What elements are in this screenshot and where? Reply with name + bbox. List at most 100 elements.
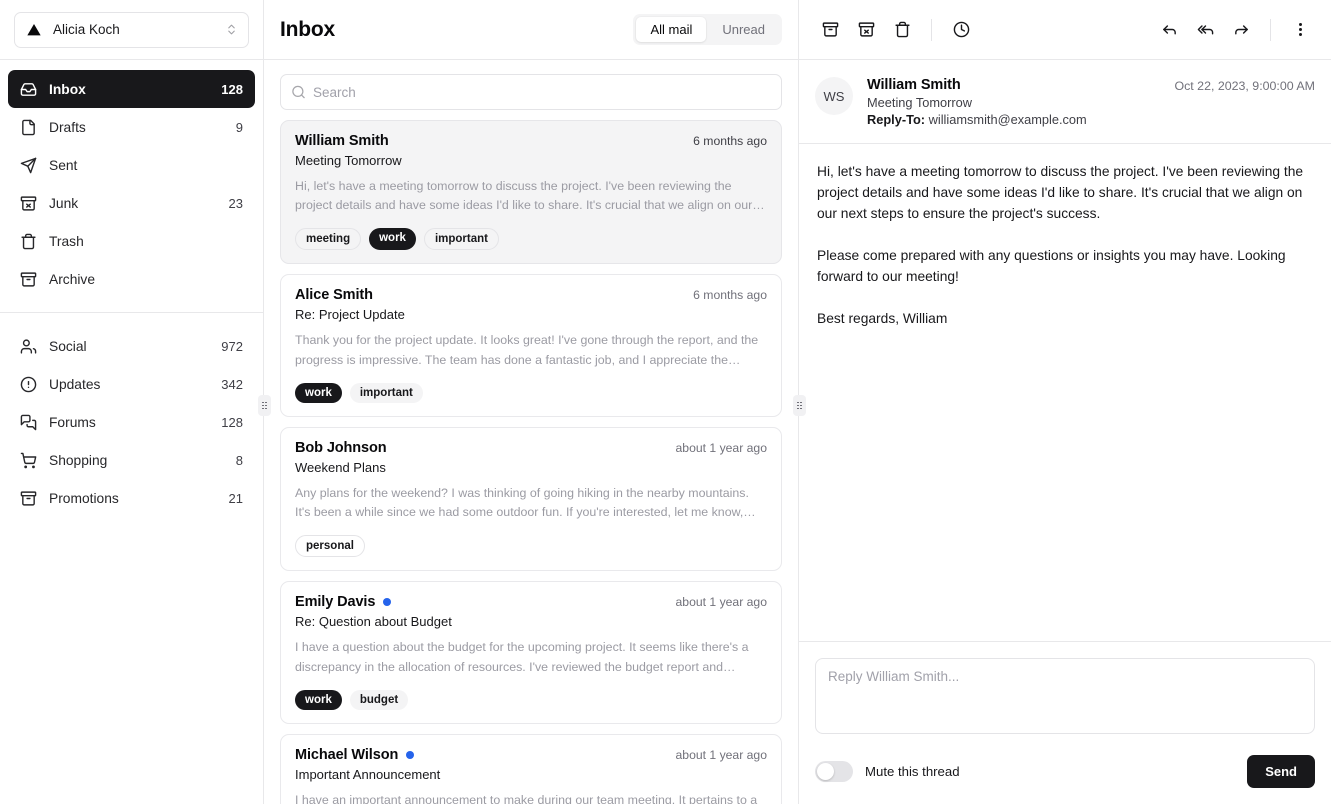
search-input[interactable] <box>281 75 781 109</box>
mail-list-column: Inbox All mail Unread William Smith 6 mon… <box>264 0 799 804</box>
sidebar-item-count: 9 <box>235 119 243 135</box>
tab-all-mail[interactable]: All mail <box>636 17 707 42</box>
reply-to-email: williamsmith@example.com <box>928 112 1087 127</box>
mail-item-sender: Bob Johnson <box>295 439 387 456</box>
archive-button[interactable] <box>813 13 847 47</box>
sidebar-item-trash[interactable]: Trash <box>8 222 255 260</box>
search-section <box>264 60 798 120</box>
mail-item-top-row: Emily Davis about 1 year ago <box>295 594 767 610</box>
reply-all-button[interactable] <box>1188 13 1222 47</box>
reader-reply-to: Reply-To: williamsmith@example.com <box>867 112 1160 127</box>
mail-item-top-row: Bob Johnson about 1 year ago <box>295 440 767 456</box>
mail-item-badges: work budget <box>295 689 767 710</box>
reply-textarea[interactable] <box>815 658 1315 734</box>
mail-item-subject: Weekend Plans <box>295 459 386 475</box>
mail-list-item[interactable]: Michael Wilson about 1 year ago Important … <box>280 733 782 804</box>
sidebar-item-count: 128 <box>221 414 243 430</box>
mail-item-badges: work important <box>295 382 767 403</box>
sidebar-item-shopping[interactable]: Shopping 8 <box>8 441 255 479</box>
sidebar-item-social[interactable]: Social 972 <box>8 327 255 365</box>
sidebar-item-sent[interactable]: Sent <box>8 146 255 184</box>
mail-badge[interactable]: important <box>423 228 499 251</box>
list-resize-handle[interactable] <box>793 395 806 416</box>
sidebar-item-forums[interactable]: Forums 128 <box>8 403 255 441</box>
mail-item-sender: Alice Smith <box>295 287 373 304</box>
reader-header: WS William Smith Meeting Tomorrow Reply-… <box>799 60 1331 143</box>
avatar: WS <box>815 77 853 115</box>
mail-item-date: 6 months ago <box>693 288 767 303</box>
unread-indicator <box>406 750 415 759</box>
sidebar-item-count: 23 <box>228 195 243 211</box>
shopping-cart-icon <box>20 452 37 469</box>
tab-unread[interactable]: Unread <box>708 17 779 42</box>
reply-button[interactable] <box>1152 13 1186 47</box>
archive-x-icon <box>20 195 37 212</box>
sidebar-item-drafts[interactable]: Drafts 9 <box>8 108 255 146</box>
account-switcher[interactable]: Alicia Koch <box>14 11 249 48</box>
mail-badge[interactable]: budget <box>349 689 409 710</box>
sidebar-item-count: 8 <box>235 452 243 468</box>
mail-item-date: about 1 year ago <box>675 440 767 455</box>
mail-badge[interactable]: work <box>295 382 342 403</box>
send-button[interactable]: Send <box>1247 755 1315 788</box>
messages-square-icon <box>20 414 37 431</box>
move-to-trash-button[interactable] <box>885 13 919 47</box>
mail-badge[interactable]: work <box>369 228 416 251</box>
sidebar-item-junk[interactable]: Junk 23 <box>8 184 255 222</box>
mail-item-sender-group: William Smith <box>295 133 389 149</box>
toolbar-divider-1 <box>931 18 932 41</box>
search-box[interactable] <box>280 74 782 110</box>
toolbar-divider-2 <box>1270 18 1271 41</box>
alert-circle-icon <box>20 376 37 393</box>
forward-button[interactable] <box>1224 13 1258 47</box>
composer-actions: Mute this thread Send <box>815 755 1315 788</box>
reader-date: Oct 22, 2023, 9:00:00 AM <box>1174 79 1315 93</box>
sidebar-item-label: Drafts <box>49 119 86 135</box>
mute-thread-label: Mute this thread <box>865 764 960 779</box>
sidebar-item-count: 342 <box>221 376 243 392</box>
trash-icon <box>20 233 37 250</box>
account-bar: Alicia Koch <box>0 0 263 60</box>
mail-item-sender-group: Emily Davis <box>295 594 392 610</box>
file-icon <box>20 119 37 136</box>
sidebar-item-inbox[interactable]: Inbox 128 <box>8 70 255 108</box>
grip-dots-icon <box>262 401 267 410</box>
sidebar-item-archive[interactable]: Archive <box>8 260 255 298</box>
mail-list-item[interactable]: Emily Davis about 1 year ago Re: Question … <box>280 581 782 724</box>
mail-badge[interactable]: personal <box>295 535 365 558</box>
archive-icon <box>20 490 37 507</box>
mail-list: William Smith 6 months ago Meeting Tomorro… <box>264 120 798 804</box>
mail-item-top-row: Michael Wilson about 1 year ago <box>295 747 767 763</box>
account-name: Alicia Koch <box>53 22 120 37</box>
sidebar-resize-handle[interactable] <box>258 395 271 416</box>
grip-dots-icon <box>797 401 802 410</box>
mail-item-sender: William Smith <box>295 133 389 149</box>
triangle-logo-icon <box>25 21 43 39</box>
mail-list-header: Inbox All mail Unread <box>264 0 798 60</box>
move-to-junk-button[interactable] <box>849 13 883 47</box>
sidebar-item-label: Updates <box>49 376 101 392</box>
reply-to-label: Reply-To: <box>867 112 926 127</box>
sidebar-item-label: Sent <box>49 157 78 173</box>
users-icon <box>20 338 37 355</box>
mute-switch[interactable] <box>815 761 853 782</box>
sidebar-nav-secondary: Social 972 Updates 342 Forums 128 Shopping 8 Pro… <box>0 312 263 523</box>
sidebar-item-updates[interactable]: Updates 342 <box>8 365 255 403</box>
page-title: Inbox <box>280 17 335 41</box>
mail-item-sender-group: Bob Johnson <box>295 440 387 456</box>
sidebar-item-promotions[interactable]: Promotions 21 <box>8 479 255 517</box>
mail-badge[interactable]: meeting <box>295 228 362 251</box>
sidebar-item-label: Promotions <box>49 490 119 506</box>
mail-list-item[interactable]: William Smith 6 months ago Meeting Tomorro… <box>280 120 782 265</box>
mail-badge[interactable]: work <box>295 689 342 710</box>
more-button[interactable] <box>1283 13 1317 47</box>
mail-list-item[interactable]: Bob Johnson about 1 year ago Weekend Plans… <box>280 426 782 572</box>
mail-item-top-row: Alice Smith 6 months ago <box>295 287 767 303</box>
mail-badge[interactable]: important <box>349 382 423 403</box>
mute-thread-toggle[interactable]: Mute this thread <box>815 761 960 782</box>
mail-app: Alicia Koch Inbox 128 Drafts 9 Sent Junk 23 Tra… <box>0 0 1331 804</box>
mail-list-item[interactable]: Alice Smith 6 months ago Re: Project Updat… <box>280 274 782 417</box>
sidebar-item-label: Trash <box>49 233 84 249</box>
snooze-button[interactable] <box>944 13 978 47</box>
reader-toolbar <box>799 0 1331 60</box>
